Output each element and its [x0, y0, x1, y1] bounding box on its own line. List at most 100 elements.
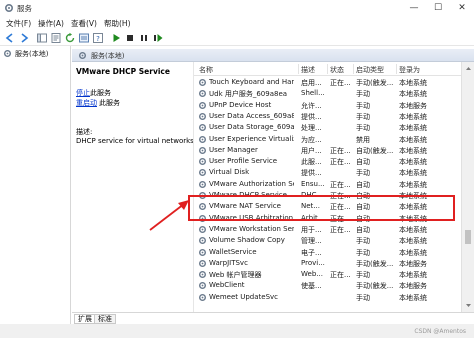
column-divider[interactable] [327, 64, 328, 74]
table-row[interactable]: User Data Access_609a8ea 提供... 手动 本地系统 [194, 111, 461, 122]
gear-icon [199, 293, 206, 301]
pause-service-icon[interactable] [138, 32, 150, 44]
menu-bar: 文件(F) 操作(A) 查看(V) 帮助(H) [0, 17, 474, 30]
gear-icon [199, 169, 206, 177]
stop-service-link[interactable]: 停止 [76, 88, 90, 98]
service-name: WalletService [209, 247, 257, 256]
table-row[interactable]: Web 帐户管理器 Web... 正在... 手动 本地系统 [194, 269, 461, 280]
gear-icon [199, 79, 206, 86]
table-row[interactable]: Volume Shadow Copy 管理... 手动 本地系统 [194, 235, 461, 246]
table-row[interactable]: Virtual Disk 提供... 手动 本地系统 [194, 167, 461, 178]
service-description: 用于... [301, 225, 322, 234]
service-description: 为应... [301, 135, 322, 144]
scroll-up-icon[interactable] [465, 65, 472, 72]
gear-icon [199, 225, 206, 233]
service-description: 用户... [301, 146, 322, 155]
service-description: 电子... [301, 248, 322, 257]
service-logon-as: 本地系统 [399, 225, 427, 234]
minimize-button[interactable]: — [402, 0, 426, 17]
service-description: 使基... [301, 282, 322, 291]
service-logon-as: 本地系统 [399, 90, 427, 99]
export-list-icon[interactable] [78, 32, 90, 44]
toolbar: ? [0, 30, 474, 46]
forward-icon[interactable] [18, 32, 30, 44]
list-header: 名称 描述 状态 启动类型 登录为 [194, 62, 461, 76]
menu-file[interactable]: 文件(F) [6, 18, 31, 29]
stop-link-suffix: 此服务 [90, 89, 111, 97]
table-row[interactable]: Wemeet UpdateSvc 手动 本地系统 [194, 292, 461, 303]
column-divider[interactable] [396, 64, 397, 74]
svg-text:?: ? [96, 35, 100, 43]
table-row[interactable]: VMware Workstation Server 用于... 正在... 自动 本地系… [194, 224, 461, 235]
properties-icon[interactable] [50, 32, 62, 44]
table-row[interactable]: Udk 用户服务_609a8ea Shell... 手动 本地系统 [194, 88, 461, 99]
table-row[interactable]: User Profile Service 此服... 正在... 自动 本地系统 [194, 156, 461, 167]
service-name: User Manager [209, 145, 258, 154]
tab-extended[interactable]: 扩展 [74, 314, 96, 324]
services-list: 名称 描述 状态 启动类型 登录为 Touch Keyboard and Han… [193, 62, 461, 312]
table-row[interactable]: User Manager 用户... 正在... 自动(触发... 本地系统 [194, 145, 461, 156]
service-startup-type: 手动 [356, 248, 370, 257]
service-logon-as: 本地系统 [399, 237, 427, 246]
service-logon-as: 本地系统 [399, 271, 427, 280]
console-tree-icon[interactable] [36, 32, 48, 44]
table-row[interactable]: WalletService 电子... 手动 本地系统 [194, 247, 461, 258]
restart-service-link[interactable]: 重启动 [76, 98, 97, 108]
service-name: VMware Authorization Serv... [209, 179, 294, 188]
service-logon-as: 本地系统 [399, 146, 427, 155]
table-row[interactable]: WarpJITSvc Provi... 手动(触发... 本地服务 [194, 258, 461, 269]
table-row[interactable]: User Data Storage_609a8ea 处理... 手动 本地系统 [194, 122, 461, 133]
column-header-startup-type[interactable]: 启动类型 [356, 65, 384, 75]
table-row[interactable]: UPnP Device Host 允许... 手动 本地服务 [194, 100, 461, 111]
gear-icon [199, 282, 206, 290]
stop-service-icon[interactable] [124, 32, 136, 44]
table-row[interactable]: Touch Keyboard and Hand... 启用... 正在... 手动(触… [194, 77, 461, 88]
column-divider[interactable] [353, 64, 354, 74]
table-row[interactable]: User Experience Virtualizati... 为应... 禁用 本地… [194, 134, 461, 145]
service-status: 正在... [330, 79, 351, 87]
tab-standard[interactable]: 标准 [94, 314, 116, 324]
service-startup-type: 手动 [356, 293, 370, 302]
service-name: Web 帐户管理器 [209, 271, 262, 280]
menu-help[interactable]: 帮助(H) [104, 18, 131, 29]
maximize-button[interactable]: ☐ [426, 0, 450, 17]
service-startup-type: 自动 [356, 180, 370, 189]
column-header-status[interactable]: 状态 [330, 65, 344, 75]
service-logon-as: 本地服务 [399, 259, 427, 268]
service-startup-type: 手动 [356, 271, 370, 280]
gear-icon [199, 271, 206, 279]
menu-view[interactable]: 查看(V) [71, 18, 97, 29]
description-pane: VMware DHCP Service 停止 此服务 重启动 此服务 描述: D… [72, 62, 196, 312]
gear-icon [199, 90, 206, 98]
service-name: WarpJITSvc [209, 258, 248, 267]
help-icon[interactable]: ? [92, 32, 104, 44]
service-name: User Profile Service [209, 157, 278, 166]
column-divider[interactable] [298, 64, 299, 74]
service-name: Virtual Disk [209, 168, 250, 177]
restart-service-icon[interactable] [152, 32, 164, 44]
column-header-logon-as[interactable]: 登录为 [399, 65, 420, 75]
tree-item-services-local[interactable]: 服务(本地) [2, 48, 69, 59]
table-row[interactable]: WebClient 使基... 手动(触发... 本地服务 [194, 280, 461, 291]
service-startup-type: 自动 [356, 158, 370, 167]
service-description: 处理... [301, 124, 322, 133]
title-bar: 服务 — ☐ ✕ [0, 0, 474, 17]
column-header-name[interactable]: 名称 [199, 65, 213, 75]
column-header-description[interactable]: 描述 [301, 65, 315, 75]
gear-icon [4, 50, 11, 57]
service-name: Wemeet UpdateSvc [209, 292, 279, 301]
menu-action[interactable]: 操作(A) [38, 18, 64, 29]
start-service-icon[interactable] [110, 32, 122, 44]
scrollbar-thumb[interactable] [465, 230, 471, 244]
vertical-scrollbar[interactable] [461, 62, 474, 312]
scroll-down-icon[interactable] [465, 302, 472, 309]
refresh-icon[interactable] [64, 32, 76, 44]
selected-service-title: VMware DHCP Service [76, 67, 170, 76]
service-description: 提供... [301, 169, 322, 178]
service-name: User Data Access_609a8ea [209, 111, 294, 120]
back-icon[interactable] [4, 32, 16, 44]
close-button[interactable]: ✕ [450, 0, 474, 17]
table-row[interactable]: VMware Authorization Serv... Ensu... 正在...… [194, 179, 461, 190]
service-description: Shell... [301, 89, 325, 98]
service-logon-as: 本地系统 [399, 248, 427, 257]
